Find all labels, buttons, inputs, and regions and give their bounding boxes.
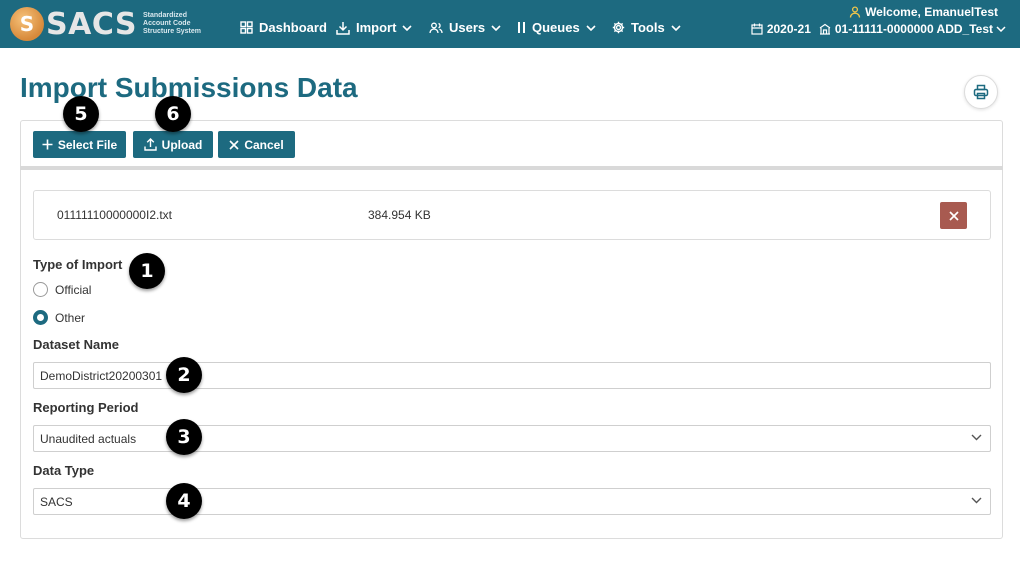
chevron-down-icon (586, 24, 596, 31)
callout-badge-2: 2 (166, 357, 202, 393)
nav-users-label: Users (449, 20, 486, 35)
toolbar-divider (20, 166, 1003, 170)
nav-import[interactable]: Import (336, 20, 418, 35)
nav-tools-label: Tools (631, 20, 665, 35)
chevron-down-icon (996, 26, 1006, 32)
dataset-name-value: DemoDistrict20200301 (40, 368, 163, 383)
gear-icon (612, 21, 625, 34)
chevron-down-icon (671, 24, 681, 31)
grid-icon (240, 21, 253, 34)
nav-dashboard[interactable]: Dashboard (240, 20, 327, 35)
radio-other-label: Other (55, 310, 86, 325)
cancel-button[interactable]: Cancel (218, 131, 295, 158)
plus-icon (42, 139, 53, 150)
reporting-period-value: Unaudited actuals (40, 431, 137, 446)
top-navbar: S SACS Standardized Account Code Structu… (0, 0, 1020, 48)
cancel-label: Cancel (244, 137, 284, 152)
download-icon (336, 21, 350, 35)
radio-official-label: Official (55, 282, 92, 297)
user-icon (849, 6, 861, 18)
nav-users[interactable]: Users (429, 20, 507, 35)
users-icon (429, 22, 443, 33)
nav-queues[interactable]: Queues (517, 20, 602, 35)
entity-code: 01-11111-0000000 ADD_Test (834, 22, 993, 36)
import-card (20, 120, 1003, 539)
chevron-down-icon (402, 24, 413, 31)
file-name: 01111110000000I2.txt (57, 208, 172, 222)
chevron-down-icon (491, 24, 501, 31)
selected-file-row: 01111110000000I2.txt 384.954 KB (33, 190, 991, 240)
user-welcome[interactable]: Welcome, EmanuelTest (849, 5, 998, 19)
context-selector[interactable]: 2020-21 01-11111-0000000 ADD_Test (751, 22, 1010, 36)
upload-label: Upload (161, 137, 203, 152)
calendar-icon (751, 23, 763, 35)
callout-badge-5: 5 (63, 96, 99, 132)
logo-wordmark: SACS (46, 6, 138, 42)
fiscal-year: 2020-21 (766, 22, 811, 36)
file-size: 384.954 KB (368, 208, 431, 222)
radio-circle-official[interactable] (33, 282, 48, 297)
dataset-name-label: Dataset Name (33, 337, 119, 352)
callout-badge-6: 6 (155, 96, 191, 132)
upload-icon (143, 138, 157, 151)
type-of-import-label: Type of Import (33, 257, 123, 272)
chevron-down-icon (971, 434, 982, 441)
nav-import-label: Import (356, 20, 397, 35)
close-icon (948, 210, 959, 221)
callout-badge-1: 1 (129, 253, 165, 289)
nav-queues-label: Queues (532, 20, 580, 35)
nav-dashboard-label: Dashboard (259, 20, 327, 35)
pause-bars-icon (518, 22, 525, 33)
sacs-coin-icon: S (10, 7, 44, 41)
upload-button[interactable]: Upload (133, 131, 213, 158)
close-icon (229, 139, 239, 150)
callout-badge-3: 3 (166, 419, 202, 455)
radio-official[interactable]: Official (33, 282, 91, 297)
print-button[interactable] (964, 75, 998, 109)
select-file-button[interactable]: Select File (33, 131, 126, 158)
printer-icon (973, 84, 989, 100)
radio-other[interactable]: Other (33, 310, 85, 325)
welcome-text: Welcome, EmanuelTest (865, 5, 998, 19)
nav-tools[interactable]: Tools (612, 20, 687, 35)
remove-file-button[interactable] (940, 202, 967, 229)
building-icon (819, 23, 831, 35)
data-type-label: Data Type (33, 463, 95, 478)
callout-badge-4: 4 (166, 483, 202, 519)
logo-subtitle: Standardized Account Code Structure Syst… (143, 12, 201, 35)
reporting-period-label: Reporting Period (33, 400, 139, 415)
data-type-value: SACS (40, 494, 73, 509)
select-file-label: Select File (57, 137, 118, 152)
sacs-logo[interactable]: S SACS Standardized Account Code Structu… (10, 6, 201, 42)
chevron-down-icon (971, 497, 982, 504)
radio-circle-other[interactable] (33, 310, 48, 325)
